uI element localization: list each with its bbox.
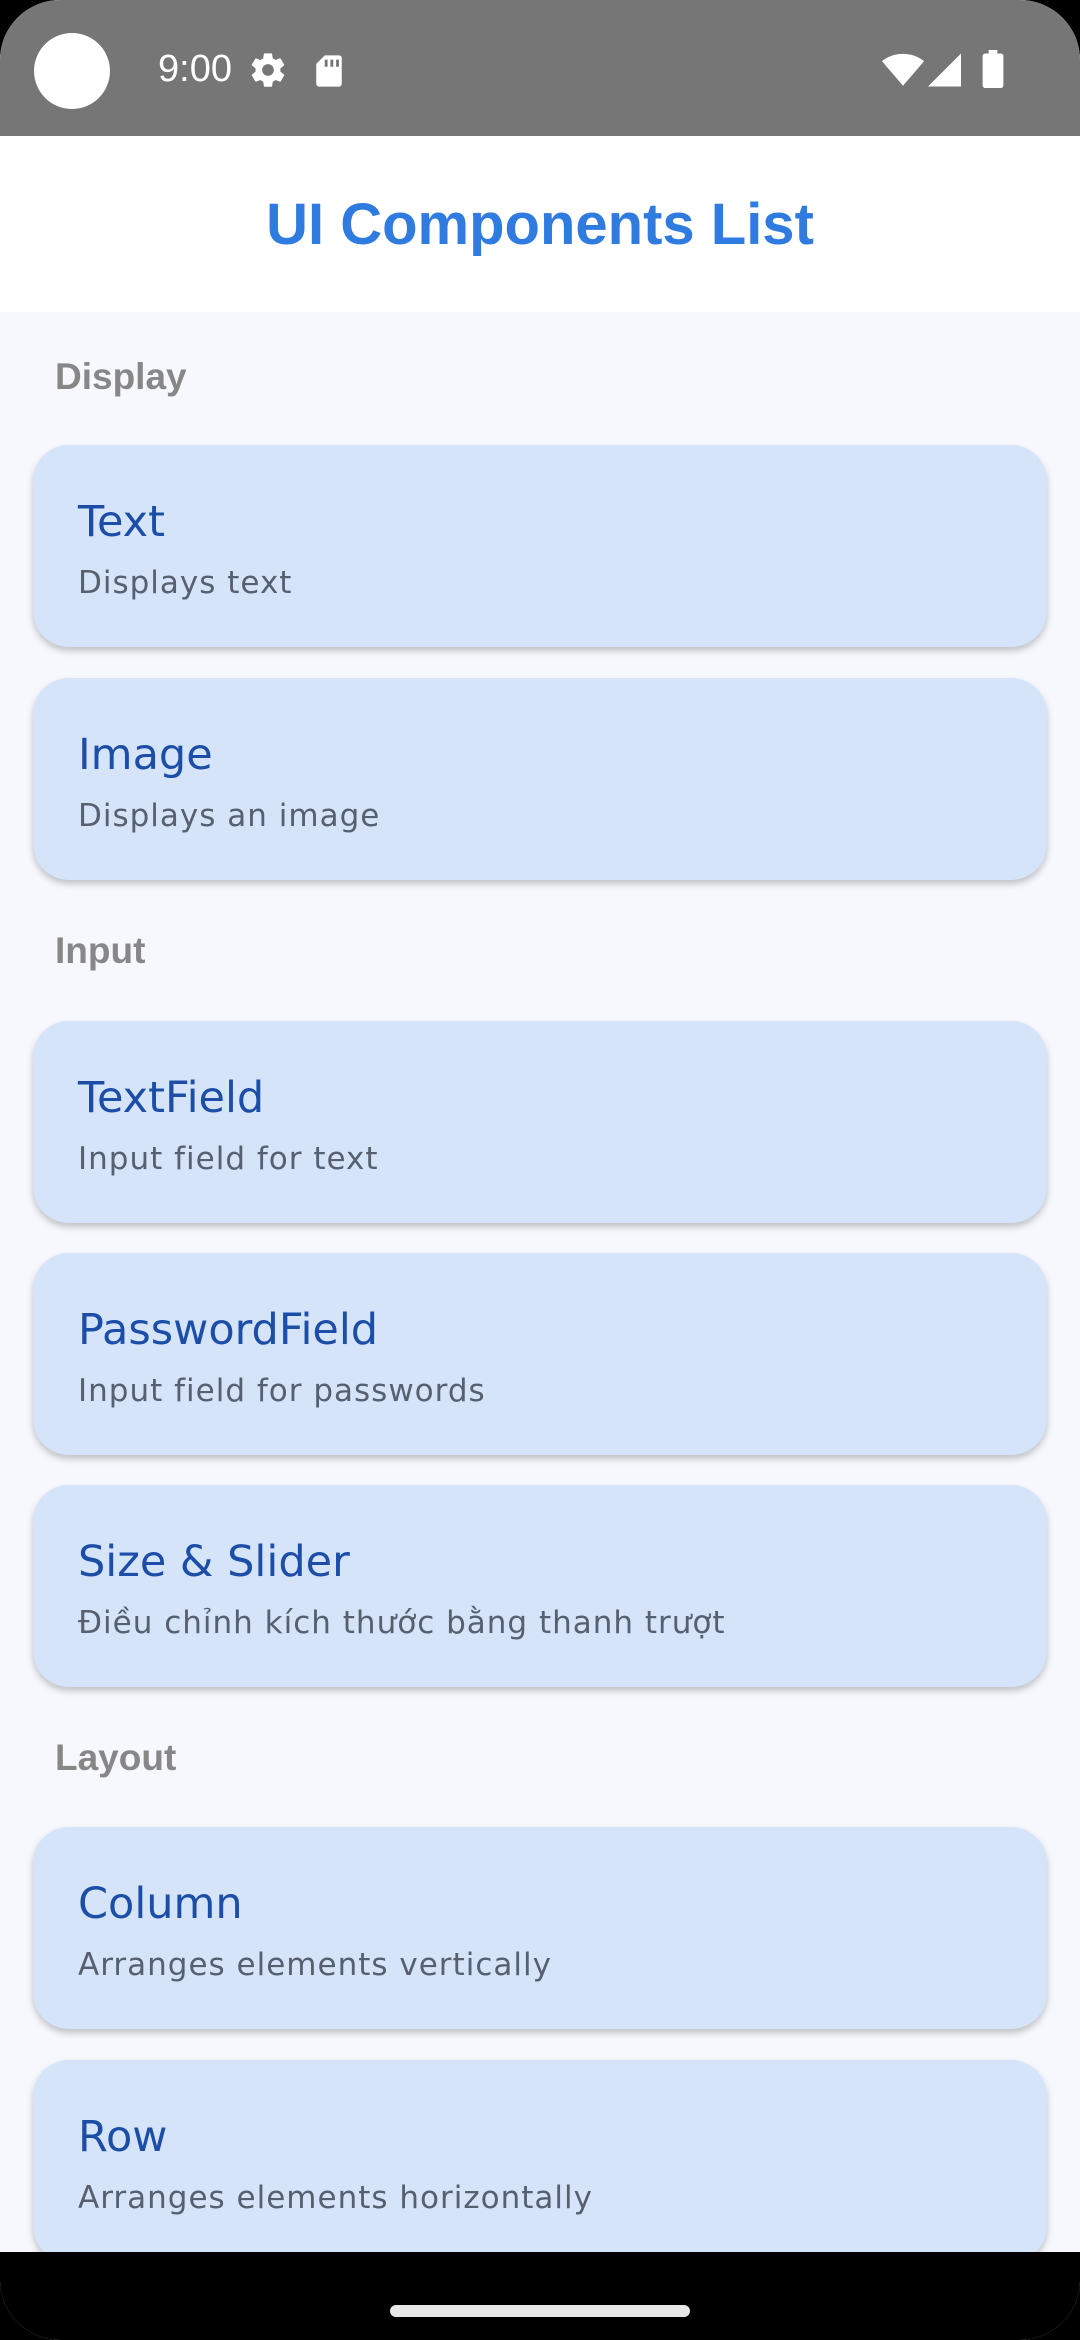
list-item-title: Text — [78, 497, 165, 547]
status-bar: 9:00 — [0, 0, 1080, 136]
battery-icon — [982, 50, 1004, 88]
list-item-subtitle: Displays an image — [78, 798, 381, 834]
section-header-input: Input — [55, 930, 146, 971]
device-screen: 9:00 UI Components List Display Text Dis… — [0, 0, 1080, 2340]
list-item-subtitle: Input field for passwords — [78, 1373, 486, 1409]
list-item-column[interactable]: Column Arranges elements vertically — [33, 1827, 1047, 2029]
status-time: 9:00 — [158, 48, 232, 90]
list-item-text[interactable]: Text Displays text — [33, 445, 1047, 647]
list-item-passwordfield[interactable]: PasswordField Input field for passwords — [33, 1253, 1047, 1455]
section-header-layout: Layout — [55, 1737, 177, 1778]
list-item-textfield[interactable]: TextField Input field for text — [33, 1021, 1047, 1223]
list-item-title: Size & Slider — [78, 1537, 350, 1587]
list-item-subtitle: Arranges elements horizontally — [78, 2180, 593, 2216]
list-item-title: Column — [78, 1879, 243, 1929]
home-gesture-handle[interactable] — [390, 2305, 690, 2317]
list-item-subtitle: Arranges elements vertically — [78, 1947, 552, 1983]
list-item-size-slider[interactable]: Size & Slider Điều chỉnh kích thước bằng… — [33, 1485, 1047, 1687]
list-item-subtitle: Displays text — [78, 565, 293, 601]
signal-icon — [928, 53, 961, 87]
list-item-title: TextField — [78, 1073, 265, 1123]
wifi-icon — [882, 53, 924, 86]
list-item-subtitle: Input field for text — [78, 1141, 379, 1177]
components-list[interactable]: Display Text Displays text Image Display… — [0, 312, 1080, 2252]
list-item-title: Row — [78, 2112, 168, 2162]
page-title: UI Components List — [266, 191, 814, 257]
top-app-bar: UI Components List — [0, 136, 1080, 312]
camera-cutout — [34, 33, 110, 109]
navigation-bar — [0, 2252, 1080, 2340]
sd-card-icon — [316, 55, 342, 87]
list-item-row[interactable]: Row Arranges elements horizontally — [33, 2060, 1047, 2252]
list-item-title: Image — [78, 730, 213, 780]
gear-icon — [251, 53, 285, 87]
section-header-display: Display — [55, 356, 187, 397]
list-item-title: PasswordField — [78, 1305, 379, 1355]
list-item-subtitle: Điều chỉnh kích thước bằng thanh trượt — [78, 1605, 726, 1641]
list-item-image[interactable]: Image Displays an image — [33, 678, 1047, 880]
